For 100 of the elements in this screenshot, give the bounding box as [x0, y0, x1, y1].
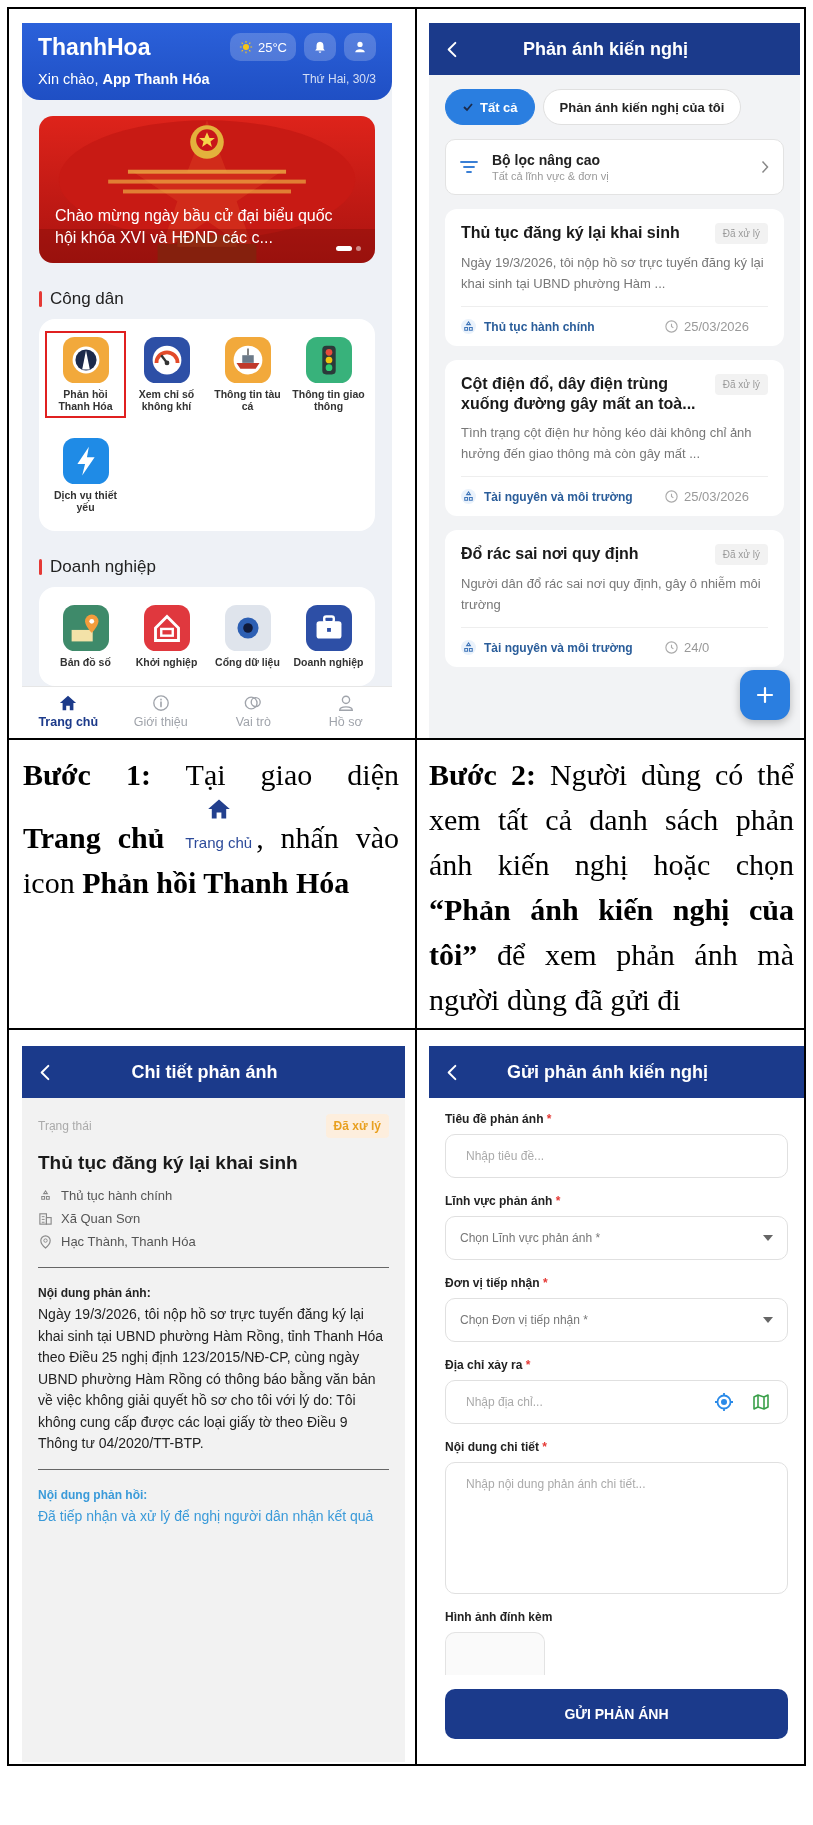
submit-button[interactable]: GỬI PHẢN ÁNH	[445, 1689, 788, 1739]
home-icon	[59, 694, 78, 712]
user-icon	[336, 694, 355, 712]
status-badge: Đã xử lý	[714, 544, 768, 565]
building-icon	[38, 1211, 53, 1226]
greeting-text: Xin chào, App Thanh Hóa	[38, 71, 210, 87]
hierarchy-icon	[461, 489, 476, 504]
screen-title: Gửi phản ánh kiến nghị	[505, 1061, 709, 1083]
sun-icon	[238, 40, 253, 54]
screen-title: Chi tiết phản ánh	[130, 1061, 279, 1083]
hierarchy-icon	[38, 1188, 53, 1203]
filter-chip[interactable]: Tất cả	[445, 89, 535, 125]
back-icon[interactable]	[447, 1063, 457, 1081]
report-title: Thủ tục đăng ký lại khai sinh	[38, 1152, 299, 1174]
input-field[interactable]: Nhập địa chỉ...	[445, 1380, 788, 1424]
hierarchy-icon	[461, 640, 476, 655]
field-label: Đơn vị tiếp nhận *	[445, 1276, 549, 1290]
service-button[interactable]: Cổng dữ liệu	[207, 599, 288, 674]
service-button[interactable]: Khởi nghiệp	[126, 599, 207, 674]
user-icon	[353, 40, 367, 54]
category-text: Tài nguyên và môi trường	[484, 640, 634, 655]
service-button[interactable]: Thông tin giao thông	[288, 331, 369, 418]
location-pin-icon	[38, 1234, 53, 1249]
filter-icon	[460, 160, 478, 174]
section-marker	[39, 559, 42, 575]
weather-button[interactable]: 25°C	[229, 33, 296, 61]
content-text: Ngày 19/3/2026, tôi nộp hồ sơ trực tuyến đăng ký lại khai sinh tại UBND phường Hàm Rồng, tỉnh Thanh Hóa theo Điều 25 nghị định 123/2015/NĐ-CP, cùng ngày UBND phường Hàm Rồng có thông báo bằng văn bản về việc không giải quyết hồ sơ cho tôi với lý do: Tôi không cung cấp được các loại giấy tờ theo Điều 9 Thông tư 04/2020/TT-BTP.	[38, 1305, 385, 1453]
content-label: Nội dung phản ánh:	[38, 1286, 152, 1300]
chevron-right-icon	[761, 160, 769, 174]
service-button[interactable]: Dịch vụ thiết yếu	[45, 432, 126, 519]
date-text: Thứ Hai, 30/3	[302, 72, 376, 86]
field-label: Tiêu đề phản ánh *	[445, 1112, 553, 1126]
input-field[interactable]: Nhập tiêu đề...	[445, 1134, 788, 1178]
field-label: Địa chỉ xảy ra *	[445, 1358, 532, 1372]
dropdown-field[interactable]: Chọn Đơn vị tiếp nhận *	[445, 1298, 788, 1342]
caret-icon	[763, 1235, 773, 1241]
date-text: 25/03/2026	[684, 489, 750, 504]
report-summary: Tình trạng cột điện hư hỏng kéo dài không chỉ ảnh hưởng đến giao thông mà còn gây mất ...	[461, 422, 768, 477]
screen-title: Phản ánh kiến nghị	[522, 38, 689, 60]
field-label: Nội dung chi tiết *	[445, 1440, 548, 1454]
report-card[interactable]: Đổ rác sai nơi quy định Đã xử lý Người dân đổ rác sai nơi quy định, gây ô nhiễm môi trường Tài nguyên và môi trường 24/0	[445, 530, 784, 667]
plus-icon	[756, 686, 774, 704]
carousel-dot[interactable]	[356, 246, 361, 251]
service-button[interactable]: Xem chỉ số không khí	[126, 331, 207, 418]
reply-text: Đã tiếp nhận và xử lý để nghị người dân nhận kết quả	[38, 1506, 375, 1526]
section-title: Doanh nghiệp	[50, 557, 156, 577]
filter-title: Bộ lọc nâng cao	[492, 152, 602, 168]
home-tab-label: Trang chủ	[185, 834, 253, 851]
filter-chip[interactable]: Phản ánh kiến nghị của tôi	[542, 89, 742, 125]
status-badge: Đã xử lý	[714, 374, 768, 395]
clock-icon	[664, 489, 679, 504]
caret-icon	[763, 1317, 773, 1323]
group-icon	[244, 694, 263, 712]
info-icon	[151, 694, 170, 712]
report-title: Đổ rác sai nơi quy định	[461, 544, 640, 564]
nav-tab[interactable]: Trang chủ	[22, 693, 115, 730]
meta-text: Xã Quan Sơn	[61, 1211, 141, 1226]
section-title: Công dân	[50, 289, 124, 309]
reply-label: Nội dung phản hồi:	[38, 1487, 149, 1502]
category-text: Thủ tục hành chính	[484, 319, 596, 334]
report-card[interactable]: Thủ tục đăng ký lại khai sinh Đã xử lý Ngày 19/3/2026, tôi nộp hồ sơ trực tuyến đăng ký lại khai sinh tại UBND phường Hàm ... Thủ tục hành chính 25/03/2026	[445, 209, 784, 346]
report-card[interactable]: Cột điện đổ, dây điện trùng xuống đường gây mất an toà... Đã xử lý Tình trạng cột điện hư hỏng kéo dài không chỉ ảnh hưởng đến giao thông mà còn gây mất ... Tài nguyên và môi trường 25/03/2026	[445, 360, 784, 516]
profile-button[interactable]	[344, 33, 376, 61]
service-button[interactable]: Doanh nghiệp	[288, 599, 369, 674]
map-icon[interactable]	[752, 1393, 770, 1411]
hierarchy-icon	[461, 319, 476, 334]
app-title: ThanhHoa	[38, 33, 152, 61]
meta-text: Thủ tục hành chính	[61, 1188, 173, 1203]
status-badge: Đã xử lý	[714, 223, 768, 244]
back-icon[interactable]	[447, 40, 457, 58]
field-label: Lĩnh vực phản ánh *	[445, 1194, 562, 1208]
clock-icon	[664, 640, 679, 655]
bell-icon	[313, 40, 327, 54]
step-instruction: Bước 1: Tại giao diện Trang chủ Trang chủ, nhấn vào icon Phản hồi Thanh Hóa	[23, 757, 399, 901]
notification-button[interactable]	[304, 33, 336, 61]
service-button[interactable]: Bản đồ số	[45, 599, 126, 674]
date-text: 24/0	[684, 640, 710, 655]
meta-text: Hạc Thành, Thanh Hóa	[61, 1234, 196, 1249]
service-button[interactable]: Thông tin tàu cá	[207, 331, 288, 418]
category-text: Tài nguyên và môi trường	[484, 489, 634, 504]
date-text: 25/03/2026	[684, 319, 750, 334]
report-title: Thủ tục đăng ký lại khai sinh	[461, 223, 681, 243]
locate-icon[interactable]	[714, 1392, 734, 1412]
clock-icon	[664, 319, 679, 334]
section-marker	[39, 291, 42, 307]
report-summary: Người dân đổ rác sai nơi quy định, gây ô nhiễm môi trường	[461, 573, 768, 628]
service-button[interactable]: Phản hồi Thanh Hóa	[45, 331, 126, 418]
status-badge: Đã xử lý	[325, 1114, 389, 1138]
advanced-filter[interactable]: Bộ lọc nâng cao Tất cả lĩnh vực & đơn vị	[445, 139, 784, 195]
dropdown-field[interactable]: Chọn Lĩnh vực phản ánh *	[445, 1216, 788, 1260]
field-label: Hình ảnh đính kèm	[445, 1610, 554, 1624]
banner-caption: Chào mừng ngày bầu cử đại biểu quốc hội khóa XVI và HĐND các c...	[55, 206, 334, 248]
report-summary: Ngày 19/3/2026, tôi nộp hồ sơ trực tuyến đăng ký lại khai sinh tại UBND phường Hàm ...	[461, 252, 768, 307]
report-title: Cột điện đổ, dây điện trùng xuống đường gây mất an toà...	[461, 374, 697, 414]
filter-subtitle: Tất cả lĩnh vực & đơn vị	[492, 170, 610, 182]
back-icon[interactable]	[40, 1063, 50, 1081]
check-icon	[462, 101, 474, 113]
add-button[interactable]	[740, 670, 790, 720]
textarea-field[interactable]: Nhập nội dung phản ánh chi tiết...	[445, 1462, 788, 1594]
status-label: Trạng thái	[38, 1119, 92, 1133]
